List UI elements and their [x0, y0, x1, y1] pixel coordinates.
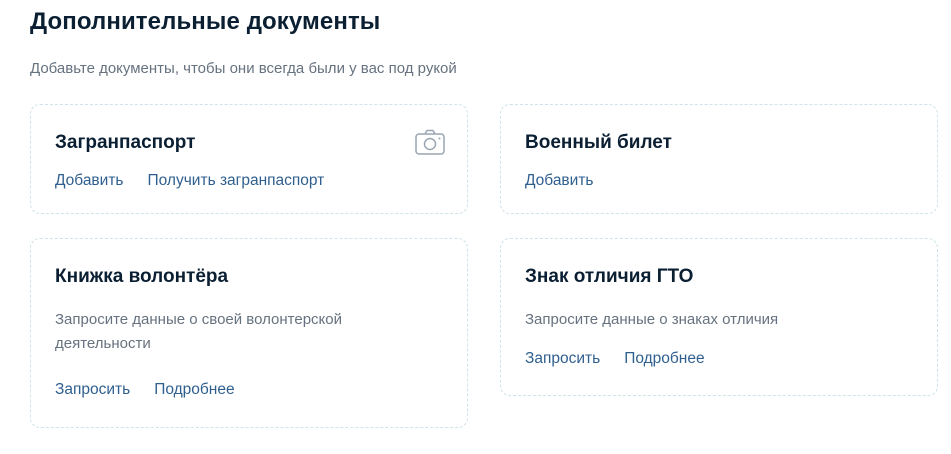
card-foreign-passport: Загранпаспорт Добавить Получить загранпа…	[30, 104, 468, 214]
card-title: Военный билет	[525, 132, 672, 153]
gto-details-link[interactable]: Подробнее	[624, 350, 704, 368]
card-actions: Запросить Подробнее	[525, 350, 705, 368]
card-title: Книжка волонтёра	[55, 266, 229, 287]
section-subtitle: Добавьте документы, чтобы они всегда был…	[30, 60, 457, 77]
request-gto-link[interactable]: Запросить	[525, 350, 600, 368]
add-military-id-link[interactable]: Добавить	[525, 172, 594, 190]
card-gto-badge: Знак отличия ГТО Запросите данные о знак…	[500, 238, 938, 396]
volunteer-details-link[interactable]: Подробнее	[154, 381, 234, 399]
request-volunteer-link[interactable]: Запросить	[55, 381, 130, 399]
card-title: Знак отличия ГТО	[525, 266, 694, 287]
card-actions: Запросить Подробнее	[55, 381, 235, 399]
card-actions: Добавить	[525, 172, 594, 190]
card-title: Загранпаспорт	[55, 132, 196, 153]
card-military-id: Военный билет Добавить	[500, 104, 938, 214]
section-title: Дополнительные документы	[30, 8, 381, 35]
add-passport-link[interactable]: Добавить	[55, 172, 124, 190]
card-actions: Добавить Получить загранпаспорт	[55, 172, 324, 190]
camera-icon[interactable]	[415, 129, 445, 155]
additional-documents-section: Дополнительные документы Добавьте докуме…	[0, 0, 951, 454]
card-volunteer-book: Книжка волонтёра Запросите данные о свое…	[30, 238, 468, 428]
card-description: Запросите данные о своей волонтерской де…	[55, 311, 342, 352]
card-description: Запросите данные о знаках отличия	[525, 311, 779, 328]
get-passport-link[interactable]: Получить загранпаспорт	[148, 172, 325, 190]
